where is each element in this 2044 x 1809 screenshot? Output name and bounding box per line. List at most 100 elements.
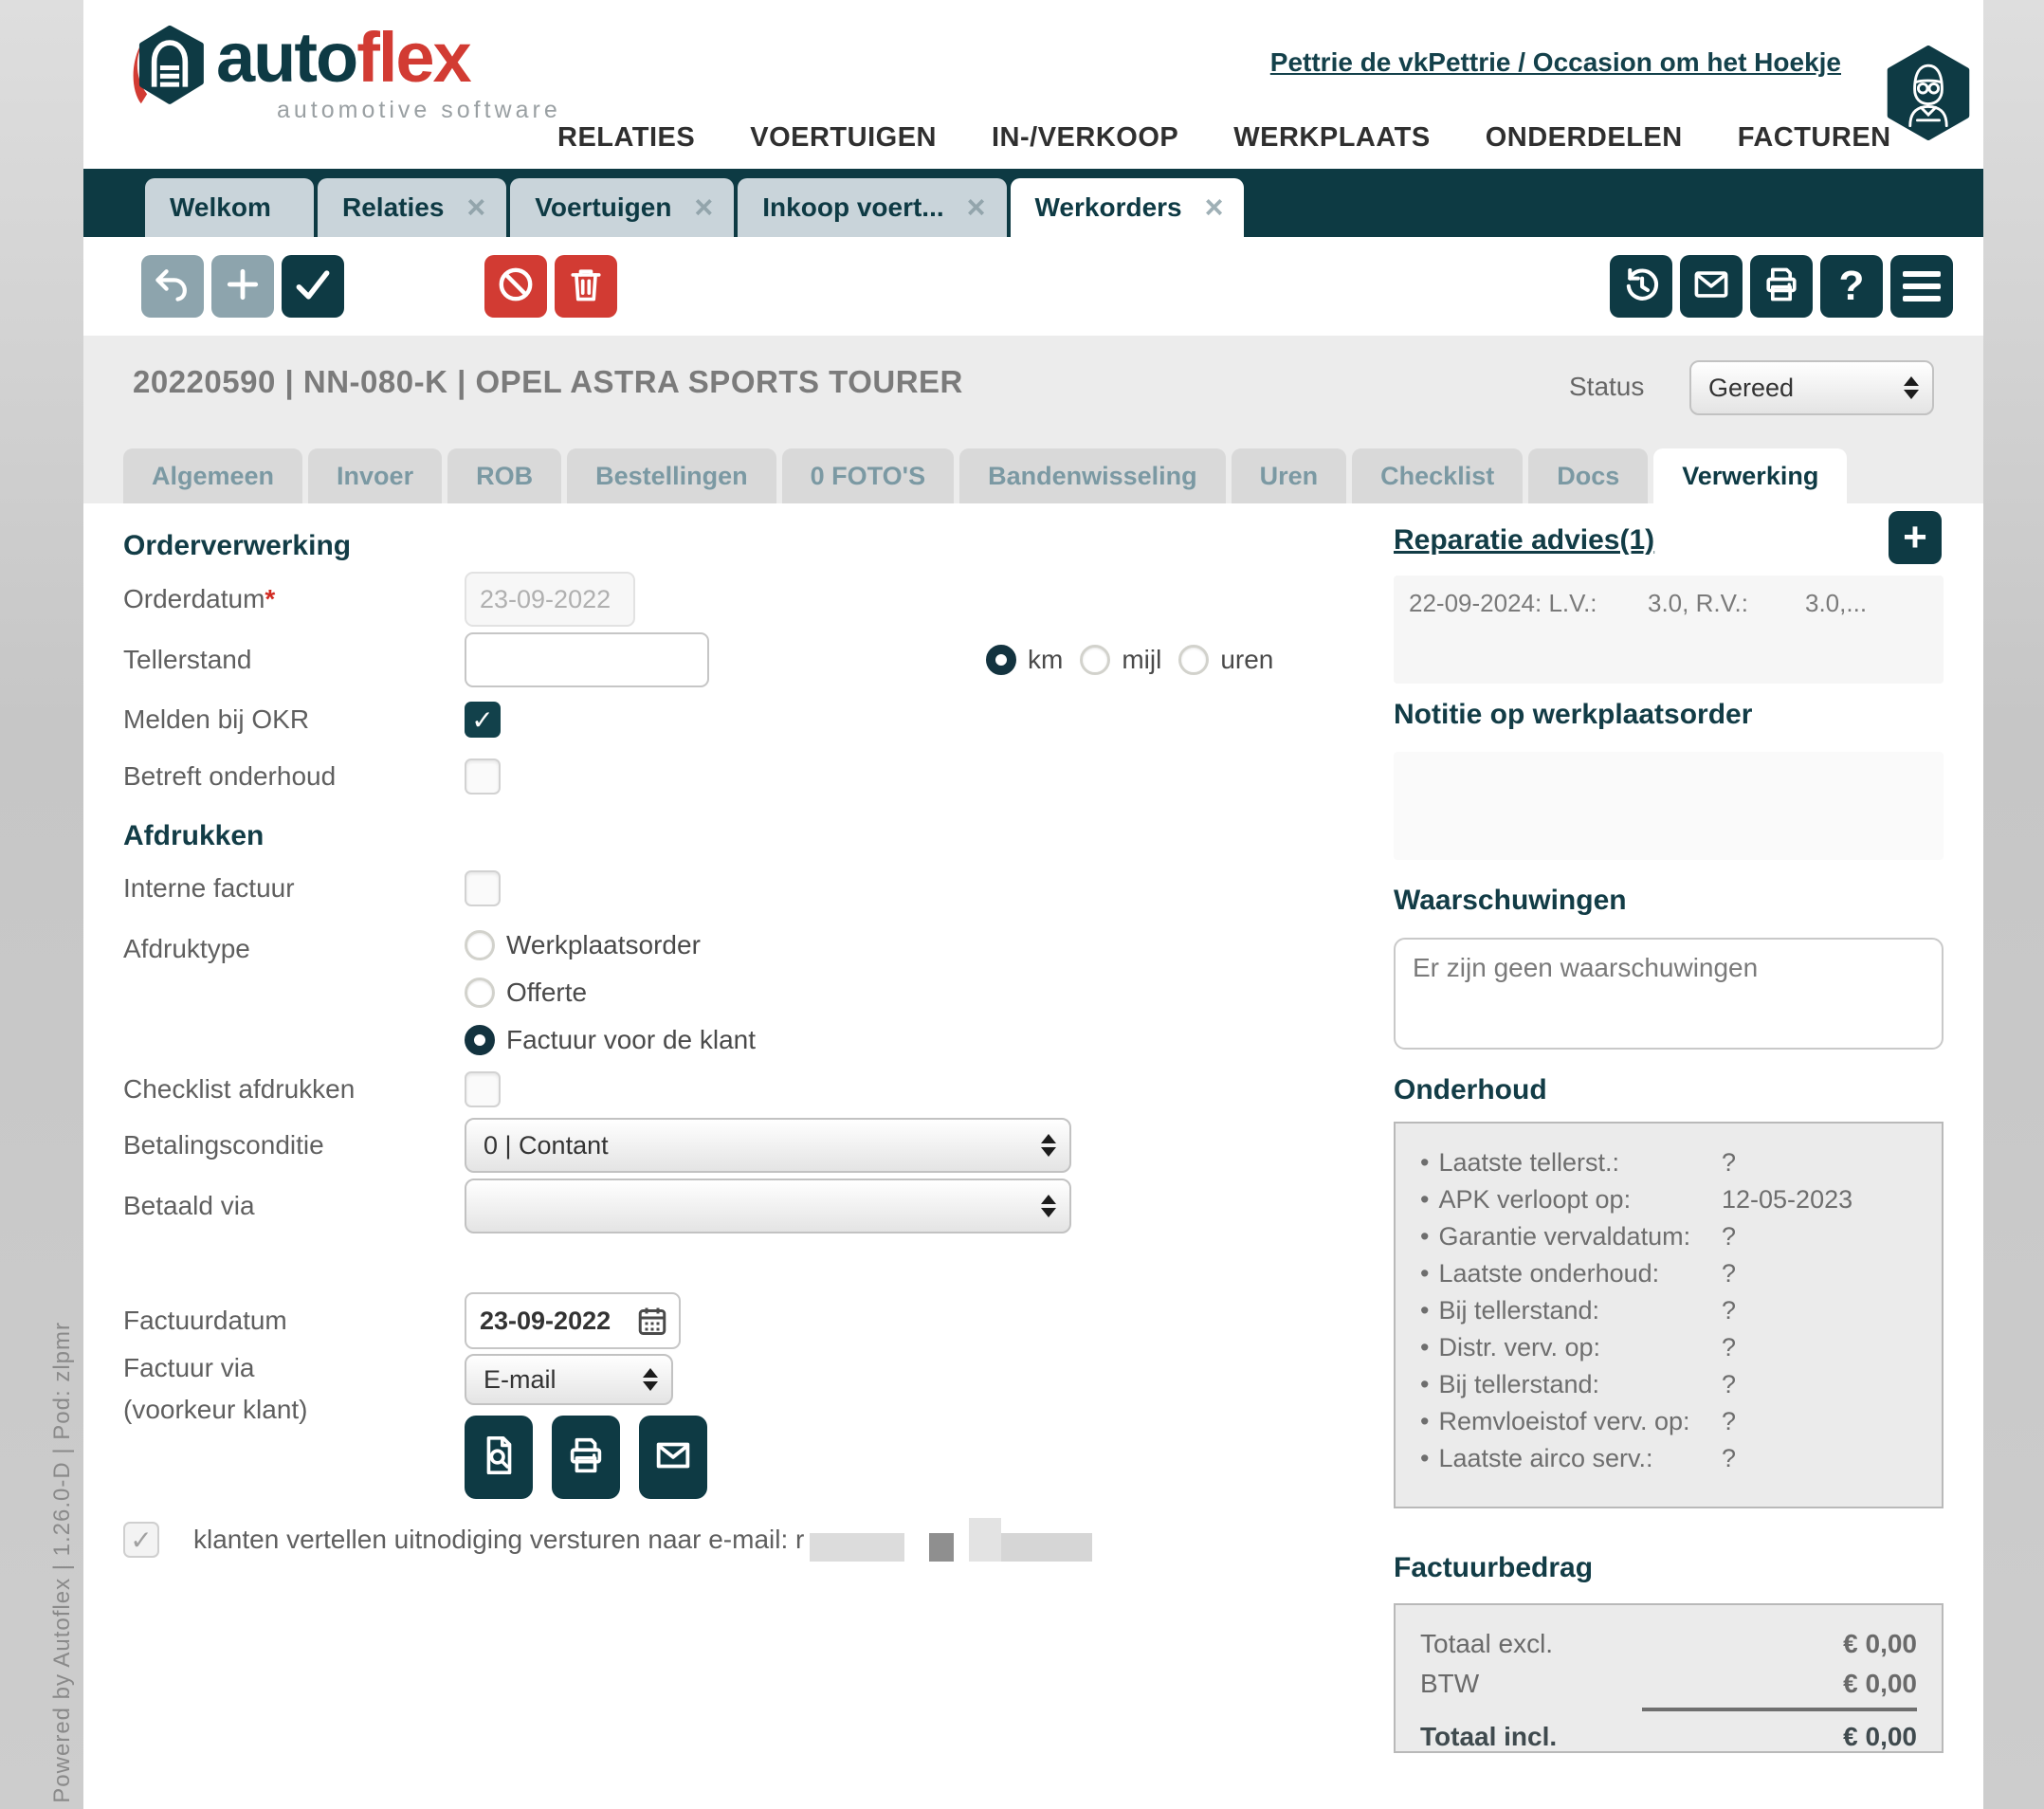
add-button[interactable] — [211, 255, 274, 318]
printer-icon — [564, 1434, 608, 1482]
checklist-afdrukken-checkbox[interactable] — [465, 1071, 501, 1107]
email-invoice-button[interactable] — [639, 1416, 707, 1499]
close-icon[interactable]: × — [1205, 192, 1224, 224]
reparatie-advies-box: 22-09-2024: L.V.: 3.0, R.V.: 3.0,... — [1394, 576, 1944, 684]
calendar-icon[interactable] — [635, 1304, 669, 1338]
radio-werkplaatsorder[interactable] — [465, 930, 495, 960]
print-invoice-button[interactable] — [552, 1416, 620, 1499]
subtab-label: Checklist — [1380, 462, 1494, 491]
history-button[interactable] — [1610, 255, 1672, 318]
help-button[interactable]: ? — [1820, 255, 1883, 318]
betaald-via-select[interactable] — [465, 1179, 1071, 1233]
subtab-bandenwisseling[interactable]: Bandenwisseling — [959, 448, 1226, 503]
radio-mijl[interactable] — [1080, 645, 1110, 675]
betalingsconditie-value: 0 | Contant — [484, 1131, 609, 1160]
afdruktype-options: Werkplaatsorder Offerte Factuur voor de … — [465, 930, 756, 1055]
radio-uren[interactable] — [1178, 645, 1209, 675]
afdruktype-offerte-option[interactable]: Offerte — [465, 978, 756, 1008]
status-select[interactable]: Gereed — [1689, 360, 1934, 415]
reparatie-advies-title[interactable]: Reparatie advies(1) — [1394, 524, 1654, 557]
nav-voertuigen[interactable]: VOERTUIGEN — [750, 122, 937, 154]
radio-km[interactable] — [986, 645, 1016, 675]
nav-onderdelen[interactable]: ONDERDELEN — [1486, 122, 1683, 154]
close-icon[interactable]: × — [466, 192, 485, 224]
subtab-invoer[interactable]: Invoer — [308, 448, 442, 503]
totaal-excl-row: Totaal excl. € 0,00 — [1420, 1624, 1917, 1664]
onderhoud-title: Onderhoud — [1394, 1074, 1547, 1106]
add-reparatie-advies-button[interactable]: + — [1889, 511, 1942, 564]
advies-cell: 22-09-2024: L.V.: — [1409, 589, 1648, 618]
betreft-onderhoud-row: Betreft onderhoud — [123, 758, 1306, 795]
powered-by-vertical-text: Powered by Autoflex | 1.26.0-D | Pod: zl… — [49, 1322, 76, 1803]
betreft-onderhoud-checkbox[interactable] — [465, 758, 501, 795]
printer-icon — [1761, 264, 1802, 310]
autoflex-logo[interactable]: autoflex automotive software — [133, 23, 561, 122]
checklist-afdrukken-row: Checklist afdrukken — [123, 1070, 1306, 1108]
user-avatar-icon[interactable] — [1883, 46, 1974, 140]
tab-welkom[interactable]: Welkom — [145, 178, 314, 237]
subtab-docs[interactable]: Docs — [1528, 448, 1648, 503]
advies-cell: 3.0, R.V.: — [1648, 589, 1805, 618]
nav-facturen[interactable]: FACTUREN — [1738, 122, 1891, 154]
user-account-link[interactable]: Pettrie de vkPettrie / Occasion om het H… — [1270, 47, 1841, 78]
unit-radio-group: km mijl uren — [986, 645, 1273, 675]
offerte-label[interactable]: Offerte — [506, 978, 587, 1008]
afdruktype-werkplaatsorder-option[interactable]: Werkplaatsorder — [465, 930, 756, 960]
subtab-verwerking[interactable]: Verwerking — [1653, 448, 1847, 503]
undo-button[interactable] — [141, 255, 204, 318]
klanten-vertellen-checkbox[interactable]: ✓ — [123, 1522, 159, 1558]
unit-mijl-option[interactable]: mijl — [1080, 645, 1161, 675]
tellerstand-input[interactable] — [465, 632, 709, 687]
werkplaatsorder-label[interactable]: Werkplaatsorder — [506, 930, 701, 960]
advies-cell: 3.0,... — [1805, 589, 1867, 618]
tab-werkorders[interactable]: Werkorders × — [1011, 178, 1245, 237]
preview-invoice-button[interactable] — [465, 1416, 533, 1499]
betaald-via-row: Betaald via — [123, 1179, 1306, 1233]
melden-okr-checkbox[interactable]: ✓ — [465, 702, 501, 738]
tab-inkoop-voertuig[interactable]: Inkoop voert... × — [738, 178, 1006, 237]
radio-offerte[interactable] — [465, 978, 495, 1008]
subtab-label: Uren — [1260, 462, 1319, 491]
reparatie-advies-row[interactable]: 22-09-2024: L.V.: 3.0, R.V.: 3.0,... — [1409, 589, 1928, 618]
tab-voertuigen[interactable]: Voertuigen × — [510, 178, 734, 237]
save-confirm-button[interactable] — [282, 255, 344, 318]
subtab-fotos[interactable]: 0 FOTO'S — [782, 448, 954, 503]
cancel-button[interactable] — [484, 255, 547, 318]
delete-button[interactable] — [555, 255, 617, 318]
nav-relaties[interactable]: RELATIES — [557, 122, 695, 154]
afdruktype-factuur-option[interactable]: Factuur voor de klant — [465, 1025, 756, 1055]
onderhoud-item: •Garantie vervaldatum:? — [1420, 1222, 1928, 1259]
unit-km-option[interactable]: km — [986, 645, 1063, 675]
betalingsconditie-label: Betalingsconditie — [123, 1130, 465, 1160]
factuur-klant-label[interactable]: Factuur voor de klant — [506, 1025, 756, 1055]
unit-mijl-label[interactable]: mijl — [1122, 645, 1161, 675]
onderhoud-item: •Laatste airco serv.:? — [1420, 1444, 1928, 1481]
radio-factuur-klant[interactable] — [465, 1025, 495, 1055]
factuur-via-select[interactable]: E-mail — [465, 1354, 673, 1405]
order-subtabs: Algemeen Invoer ROB Bestellingen 0 FOTO'… — [83, 442, 1983, 503]
block-icon — [495, 264, 537, 310]
interne-factuur-checkbox[interactable] — [465, 870, 501, 906]
unit-uren-label[interactable]: uren — [1220, 645, 1273, 675]
menu-button[interactable] — [1890, 255, 1953, 318]
unit-km-label[interactable]: km — [1028, 645, 1063, 675]
subtab-bestellingen[interactable]: Bestellingen — [567, 448, 776, 503]
subtab-uren[interactable]: Uren — [1232, 448, 1347, 503]
tab-relaties[interactable]: Relaties × — [318, 178, 506, 237]
email-button[interactable] — [1680, 255, 1743, 318]
close-icon[interactable]: × — [694, 192, 713, 224]
subtab-rob[interactable]: ROB — [447, 448, 561, 503]
print-button[interactable] — [1750, 255, 1813, 318]
section-title-orderverwerking: Orderverwerking — [123, 528, 1306, 564]
subtab-algemeen[interactable]: Algemeen — [123, 448, 302, 503]
btw-row: BTW € 0,00 — [1420, 1664, 1917, 1704]
unit-uren-option[interactable]: uren — [1178, 645, 1273, 675]
subtab-checklist[interactable]: Checklist — [1352, 448, 1523, 503]
interne-factuur-label: Interne factuur — [123, 873, 465, 904]
notitie-textarea[interactable] — [1394, 752, 1944, 860]
onderhoud-item: •APK verloopt op:12-05-2023 — [1420, 1185, 1928, 1222]
nav-werkplaats[interactable]: WERKPLAATS — [1233, 122, 1430, 154]
close-icon[interactable]: × — [967, 192, 986, 224]
betalingsconditie-select[interactable]: 0 | Contant — [465, 1118, 1071, 1173]
nav-in-verkoop[interactable]: IN-/VERKOOP — [992, 122, 1178, 154]
